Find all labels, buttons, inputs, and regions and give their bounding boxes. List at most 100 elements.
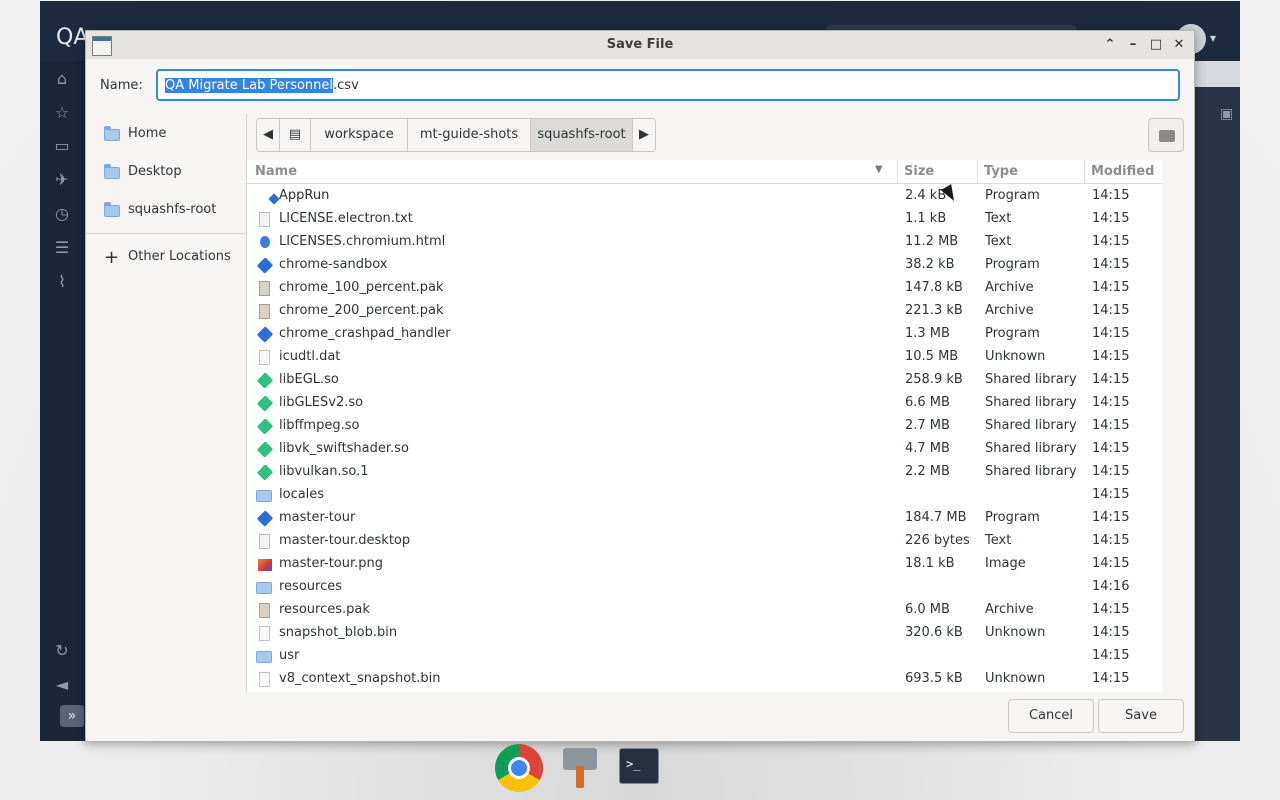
file-row[interactable]: snapshot_blob.bin 320.6 kB Unknown 14:15: [247, 622, 1162, 645]
file-row[interactable]: usr 14:15: [247, 645, 1162, 668]
file-row[interactable]: libEGL.so 258.9 kB Shared library 14:15: [247, 369, 1162, 392]
file-type: Program: [985, 257, 1040, 272]
file-type: Unknown: [985, 625, 1046, 640]
file-row[interactable]: libvulkan.so.1 2.2 MB Shared library 14:15: [247, 461, 1162, 484]
file-type: Archive: [985, 303, 1034, 318]
file-row[interactable]: locales 14:15: [247, 484, 1162, 507]
file-row[interactable]: icudtl.dat 10.5 MB Unknown 14:15: [247, 346, 1162, 369]
file-row[interactable]: master-tour.png 18.1 kB Image 14:15: [247, 553, 1162, 576]
file-name: master-tour: [279, 510, 356, 525]
unknown-file-icon: [259, 672, 270, 687]
shade-window-button[interactable]: ⌃: [1101, 36, 1119, 54]
path-back-button[interactable]: ◀: [256, 118, 280, 152]
file-size: 4.7 MB: [905, 441, 950, 456]
maximize-button[interactable]: □: [1147, 36, 1165, 54]
library-icon: [256, 441, 274, 458]
settings-tool-icon[interactable]: [557, 744, 605, 792]
file-type: Unknown: [985, 671, 1046, 686]
new-folder-icon: [1159, 130, 1175, 142]
drive-icon[interactable]: ▤: [279, 118, 311, 152]
trash-icon[interactable]: ▣: [1220, 106, 1233, 122]
file-type: Shared library: [985, 441, 1077, 456]
file-row[interactable]: resources.pak 6.0 MB Archive 14:15: [247, 599, 1162, 622]
file-modified: 14:15: [1092, 625, 1130, 640]
image-icon: [258, 559, 272, 571]
column-header-name[interactable]: Name: [255, 164, 297, 179]
close-button[interactable]: ✕: [1170, 36, 1188, 54]
file-name: LICENSE.electron.txt: [279, 211, 413, 226]
terminal-icon[interactable]: >_: [617, 744, 665, 792]
column-header-modified[interactable]: Modified: [1091, 164, 1154, 179]
file-row[interactable]: v8_context_snapshot.bin 693.5 kB Unknown 14…: [247, 668, 1162, 691]
clock-icon[interactable]: ◷: [52, 204, 72, 224]
file-name: AppRun: [279, 188, 330, 203]
column-header-size[interactable]: Size: [904, 164, 934, 179]
file-row[interactable]: chrome_200_percent.pak 221.3 kB Archive 14:…: [247, 300, 1162, 323]
file-modified: 14:15: [1092, 211, 1130, 226]
file-row[interactable]: master-tour 184.7 MB Program 14:15: [247, 507, 1162, 530]
path-segment-workspace[interactable]: workspace: [310, 118, 408, 152]
file-row[interactable]: master-tour.desktop 226 bytes Text 14:15: [247, 530, 1162, 553]
sync-icon[interactable]: ↻: [52, 641, 72, 661]
sidebar-item-home[interactable]: Home: [86, 116, 246, 152]
filename-label: Name:: [100, 78, 143, 93]
megaphone-icon[interactable]: ◄: [52, 675, 72, 695]
file-row[interactable]: AppRun 2.4 kB Program 14:15: [247, 185, 1162, 208]
file-row[interactable]: chrome_100_percent.pak 147.8 kB Archive 14:…: [247, 277, 1162, 300]
folder-icon: [104, 202, 120, 217]
column-header-type[interactable]: Type: [984, 164, 1018, 179]
file-type: Text: [985, 211, 1012, 226]
chrome-icon[interactable]: [495, 744, 543, 792]
home-icon[interactable]: ⌂: [52, 69, 72, 89]
list-icon[interactable]: ☰: [52, 238, 72, 258]
plane-icon[interactable]: ✈: [52, 170, 72, 190]
scrollbar[interactable]: [1162, 160, 1192, 692]
sidebar-separator: [86, 233, 246, 234]
file-modified: 14:15: [1092, 602, 1130, 617]
path-forward-button[interactable]: ▶: [632, 118, 656, 152]
file-list-header: Name ▼ Size Type Modified: [247, 160, 1162, 184]
paperclip-icon[interactable]: ⌇: [52, 272, 72, 292]
app-title: QA: [56, 25, 89, 50]
path-segment-squashfs-root[interactable]: squashfs-root: [530, 118, 633, 152]
file-row[interactable]: LICENSES.chromium.html 11.2 MB Text 14:15: [247, 231, 1162, 254]
sidebar-item-squashfs-root[interactable]: squashfs-root: [86, 192, 246, 228]
file-row[interactable]: chrome_crashpad_handler 1.3 MB Program 14:1…: [247, 323, 1162, 346]
file-modified: 14:15: [1092, 441, 1130, 456]
filename-input[interactable]: QA Migrate Lab Personnel.csv: [156, 69, 1180, 101]
sidebar-item-desktop[interactable]: Desktop: [86, 154, 246, 190]
file-size: 10.5 MB: [905, 349, 959, 364]
library-icon: [256, 372, 274, 389]
file-row[interactable]: libvk_swiftshader.so 4.7 MB Shared library…: [247, 438, 1162, 461]
html-icon: [260, 236, 270, 248]
text-icon: [259, 212, 270, 227]
chevron-down-icon[interactable]: ▾: [1210, 31, 1216, 45]
file-size: 6.6 MB: [905, 395, 950, 410]
file-row[interactable]: chrome-sandbox 38.2 kB Program 14:15: [247, 254, 1162, 277]
filename-extension: .csv: [333, 78, 359, 93]
briefcase-icon[interactable]: ▭: [52, 136, 72, 156]
save-button[interactable]: Save: [1098, 699, 1184, 733]
minimize-button[interactable]: –: [1124, 36, 1142, 54]
file-row[interactable]: resources 14:16: [247, 576, 1162, 599]
places-sidebar: Home Desktop squashfs-root + Other Locat…: [86, 114, 247, 692]
program-icon: [256, 510, 274, 527]
star-icon[interactable]: ☆: [52, 103, 72, 123]
cancel-button[interactable]: Cancel: [1008, 699, 1094, 733]
file-list: Name ▼ Size Type Modified AppRun 2.4 kB Pr…: [247, 160, 1162, 692]
archive-icon: [259, 304, 270, 319]
file-row[interactable]: libGLESv2.so 6.6 MB Shared library 14:15: [247, 392, 1162, 415]
expand-sidebar-icon[interactable]: »: [60, 705, 84, 727]
sidebar-item-other-locations[interactable]: + Other Locations: [86, 239, 246, 275]
file-modified: 14:15: [1092, 280, 1130, 295]
dialog-titlebar[interactable]: Save File ⌃ – □ ✕: [86, 31, 1194, 59]
file-row[interactable]: libffmpeg.so 2.7 MB Shared library 14:15: [247, 415, 1162, 438]
file-name: LICENSES.chromium.html: [279, 234, 446, 249]
file-name: libffmpeg.so: [279, 418, 360, 433]
dialog-title: Save File: [606, 37, 674, 52]
program-icon: [258, 189, 280, 205]
create-folder-button[interactable]: [1148, 118, 1184, 152]
path-segment-mt-guide-shots[interactable]: mt-guide-shots: [407, 118, 531, 152]
folder-icon: [256, 582, 272, 594]
file-row[interactable]: LICENSE.electron.txt 1.1 kB Text 14:15: [247, 208, 1162, 231]
